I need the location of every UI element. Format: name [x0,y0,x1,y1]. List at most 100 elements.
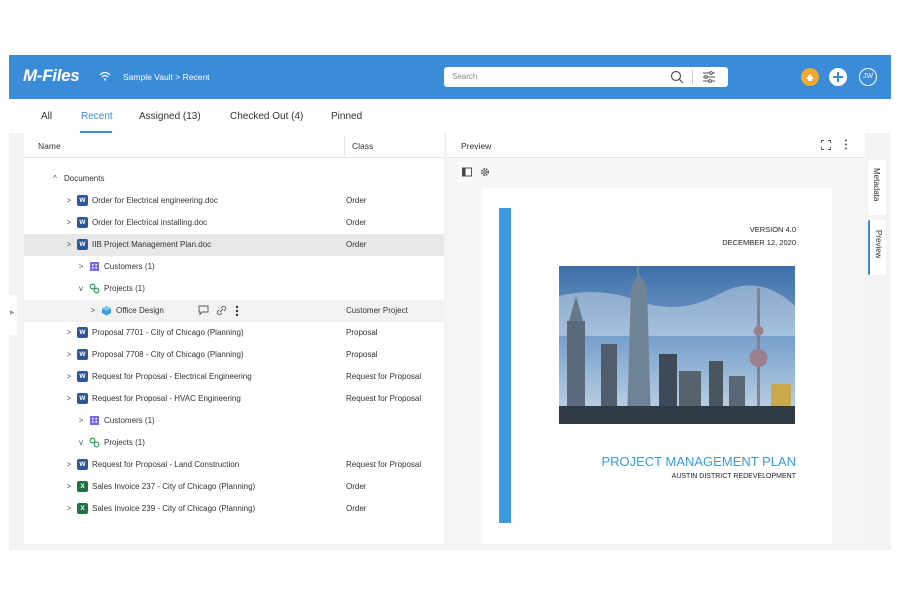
item-name: Proposal 7701 - City of Chicago (Plannin… [92,328,244,337]
item-class: Order [346,218,367,227]
item-name: Request for Proposal - HVAC Engineering [92,394,241,403]
chevron-right-icon[interactable]: > [65,350,73,359]
notifications-icon [806,74,814,81]
column-header-name[interactable]: Name [38,141,61,151]
chevron-right-icon[interactable]: > [77,416,85,425]
mfiles-app: M-Files Sample Vault > Recent Search JW … [9,55,891,550]
chevron-right-icon[interactable]: > [65,482,73,491]
building-icon [90,416,99,425]
side-tab-preview[interactable]: Preview [868,220,886,275]
chevron-right-icon[interactable]: > [89,306,97,315]
list-item[interactable]: > X Sales Invoice 239 - City of Chicago … [24,498,444,520]
chevron-right-icon[interactable]: > [65,328,73,337]
document-accent-bar [499,208,511,523]
preview-pane: Preview VERSION 4.0 DECEMBER 12, 2020 PR… [447,133,865,544]
group-label: Documents [64,174,105,183]
chevron-right-icon[interactable]: > [65,196,73,205]
fullscreen-icon[interactable] [821,140,831,150]
tab-checked-out[interactable]: Checked Out (4) [230,111,303,122]
preview-title: Preview [461,141,492,151]
word-icon: W [77,239,88,250]
user-avatar[interactable]: JW [859,68,877,86]
item-class: Request for Proposal [346,394,422,403]
column-header-class[interactable]: Class [352,141,373,151]
document-version: VERSION 4.0 [749,225,796,234]
search-input[interactable]: Search [452,72,477,81]
list-item[interactable]: v Projects (1) [24,432,444,454]
side-tab-metadata[interactable]: Metadata [868,160,886,215]
projects-icon [89,437,100,448]
item-name: Order for Electrical installing.doc [92,218,208,227]
chevron-right-icon[interactable]: > [65,372,73,381]
word-icon: W [77,349,88,360]
tab-assigned[interactable]: Assigned (13) [139,111,201,122]
search-box[interactable]: Search [444,67,728,87]
item-class: Proposal [346,350,378,359]
word-icon: W [77,371,88,382]
list-item[interactable]: > W Order for Electrical installing.doc … [24,212,444,234]
chevron-right-icon: ▶ [10,310,15,316]
column-divider[interactable] [344,136,345,156]
tab-recent[interactable]: Recent [81,111,113,122]
left-pane-toggle[interactable]: ▶ [9,295,17,335]
chevron-right-icon[interactable]: > [65,460,73,469]
list-item[interactable]: > W Proposal 7708 - City of Chicago (Pla… [24,344,444,366]
list-header: Name Class [24,133,444,158]
side-tab-preview-label: Preview [874,230,883,259]
list-item[interactable]: v Projects (1) [24,278,444,300]
notifications-button[interactable] [801,68,819,86]
document-preview[interactable]: VERSION 4.0 DECEMBER 12, 2020 PROJECT MA… [482,188,832,544]
preview-header: Preview [447,133,865,158]
list-item[interactable]: > W Proposal 7701 - City of Chicago (Pla… [24,322,444,344]
comment-icon[interactable] [198,305,209,316]
item-name: IIB Project Management Plan.doc [92,240,212,249]
word-icon: W [77,195,88,206]
list-item[interactable]: > Customers (1) [24,256,444,278]
filter-icon[interactable] [702,71,716,83]
chevron-right-icon[interactable]: > [65,504,73,513]
list-item[interactable]: > W Request for Proposal - HVAC Engineer… [24,388,444,410]
list-item[interactable]: > X Sales Invoice 237 - City of Chicago … [24,476,444,498]
list-item[interactable]: > W Request for Proposal - Land Construc… [24,454,444,476]
vault-connection-icon [99,71,111,81]
item-class: Request for Proposal [346,372,422,381]
object-list: Name Class ^ Documents > W Order for Ele… [24,133,444,544]
row-actions [198,304,248,318]
list-item[interactable]: > W Request for Proposal - Electrical En… [24,366,444,388]
list-item-selected[interactable]: > W IIB Project Management Plan.doc Orde… [24,234,444,256]
list-item-hovered[interactable]: > Office Design Customer Project [24,300,444,322]
document-title: PROJECT MANAGEMENT PLAN [601,454,796,469]
projects-icon [89,283,100,294]
sidebar-toggle-icon[interactable] [462,167,472,177]
list-item[interactable]: > Customers (1) [24,410,444,432]
more-options-icon[interactable] [234,305,240,317]
list-item[interactable]: > W Order for Electrical engineering.doc… [24,190,444,212]
side-tab-metadata-label: Metadata [872,168,881,202]
link-icon[interactable] [216,305,227,316]
more-options-icon[interactable] [844,139,848,150]
chevron-up-icon[interactable]: ^ [51,174,59,183]
excel-icon: X [77,503,88,514]
search-icon[interactable] [670,70,684,84]
add-button[interactable] [829,68,847,86]
chevron-right-icon[interactable]: > [77,262,85,271]
chevron-right-icon[interactable]: > [65,218,73,227]
chevron-right-icon[interactable]: > [65,394,73,403]
city-skyline-image [559,266,795,424]
tab-all[interactable]: All [41,111,52,122]
tab-pinned[interactable]: Pinned [331,111,362,122]
item-name: Projects (1) [104,284,145,293]
item-name: Projects (1) [104,438,145,447]
view-tabs: All Recent Assigned (13) Checked Out (4)… [9,99,891,133]
item-name: Request for Proposal - Land Construction [92,460,240,469]
chevron-right-icon[interactable]: > [65,240,73,249]
list-group-documents[interactable]: ^ Documents [24,168,444,190]
chevron-down-icon[interactable]: v [77,438,85,447]
chevron-down-icon[interactable]: v [77,284,85,293]
search-divider [692,70,693,84]
item-class: Request for Proposal [346,460,422,469]
app-logo: M-Files [23,66,80,85]
breadcrumb[interactable]: Sample Vault > Recent [123,72,210,82]
document-subtitle: AUSTIN DISTRICT REDEVELOPMENT [671,473,796,480]
settings-gear-icon[interactable] [480,167,490,177]
